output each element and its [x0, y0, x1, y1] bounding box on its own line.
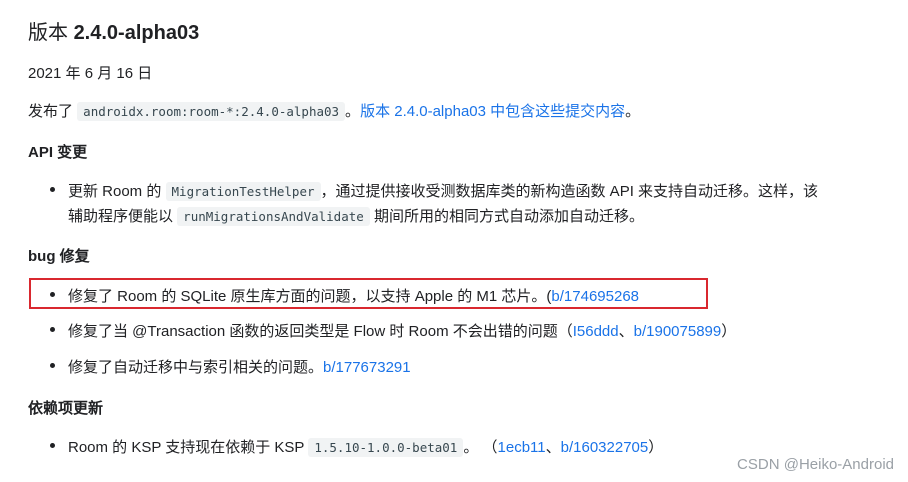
api-text3: 辅助程序便能以: [68, 208, 178, 225]
bug3-link[interactable]: b/177673291: [323, 359, 411, 376]
title-prefix: 版本: [28, 22, 74, 44]
migration-helper-code: MigrationTestHelper: [165, 182, 321, 201]
bug-item-1: 修复了 Room 的 SQLite 原生库方面的问题，以支持 Apple 的 M…: [68, 285, 639, 306]
release-separator: 。: [345, 103, 361, 120]
bullet-icon: [50, 443, 55, 448]
api-item-line2: 辅助程序便能以 runMigrationsAndValidate 期间所用的相同…: [68, 205, 644, 226]
bug3-text: 修复了自动迁移中与索引相关的问题。: [68, 359, 324, 376]
api-text1: 更新 Room 的: [68, 183, 166, 200]
bug2-link2[interactable]: b/190075899: [634, 323, 722, 340]
bullet-icon: [50, 363, 55, 368]
bug2-text: 修复了当 @Transaction 函数的返回类型是 Flow 时 Room 不…: [68, 323, 573, 340]
commits-link[interactable]: 版本 2.4.0-alpha03 中包含这些提交内容: [360, 103, 625, 120]
deps-link1[interactable]: 1ecb11: [498, 439, 546, 456]
run-migrations-code: runMigrationsAndValidate: [177, 207, 370, 226]
bug2-sep: 、: [618, 323, 634, 340]
api-changes-heading: API 变更: [28, 144, 88, 161]
api-text2: ，通过提供接收受测数据库类的新构造函数 API 来支持自动迁移。这样，该: [320, 183, 819, 200]
csdn-watermark: CSDN @Heiko-Android: [737, 456, 894, 473]
deps-item: Room 的 KSP 支持现在依赖于 KSP 1.5.10-1.0.0-beta…: [68, 436, 663, 457]
api-item-line1: 更新 Room 的 MigrationTestHelper ，通过提供接收受测数据…: [68, 180, 818, 201]
deps-mid: 。 （: [463, 439, 498, 456]
release-suffix: 。: [625, 103, 641, 120]
release-date: 2021 年 6 月 16 日: [28, 65, 153, 82]
bullet-icon: [50, 327, 55, 332]
api-text4: 期间所用的相同方式自动添加自动迁移。: [369, 208, 644, 225]
page-title: 版本 2.4.0-alpha03: [28, 16, 199, 45]
bullet-icon: [50, 292, 55, 297]
bug-item-3: 修复了自动迁移中与索引相关的问题。b/177673291: [68, 356, 411, 377]
title-version: 2.4.0-alpha03: [73, 22, 200, 44]
deps-heading: 依赖项更新: [28, 400, 104, 417]
release-prefix: 发布了: [28, 103, 78, 120]
bug1-text: 修复了 Room 的 SQLite 原生库方面的问题，以支持 Apple 的 M…: [68, 288, 552, 305]
release-paragraph: 发布了 androidx.room:room-*:2.4.0-alpha03 。版…: [28, 100, 640, 121]
bug2-link1[interactable]: I56ddd: [573, 323, 619, 340]
deps-suffix: ）: [648, 439, 664, 456]
artifact-code: androidx.room:room-*:2.4.0-alpha03: [77, 102, 346, 121]
bug-item-2: 修复了当 @Transaction 函数的返回类型是 Flow 时 Room 不…: [68, 320, 736, 341]
bullet-icon: [50, 187, 55, 192]
bug-fixes-heading: bug 修复: [28, 248, 90, 265]
bug2-suffix: ）: [721, 323, 737, 340]
ksp-version-code: 1.5.10-1.0.0-beta01: [308, 438, 464, 457]
bug1-link[interactable]: b/174695268: [551, 288, 639, 305]
deps-link2[interactable]: b/160322705: [561, 439, 649, 456]
deps-text: Room 的 KSP 支持现在依赖于 KSP: [68, 439, 309, 456]
deps-sep: 、: [545, 439, 561, 456]
